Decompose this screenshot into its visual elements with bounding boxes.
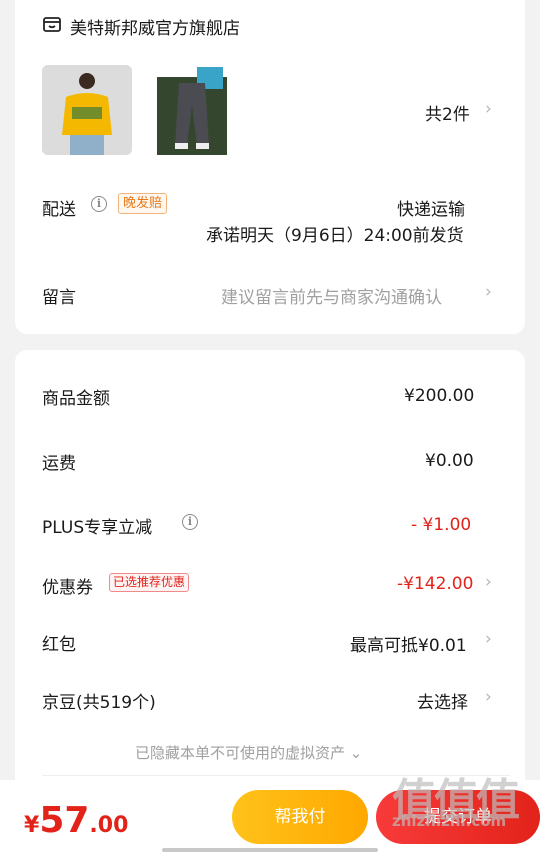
store-name[interactable]: 美特斯邦威官方旗舰店 [70, 14, 240, 39]
store-icon [43, 17, 61, 32]
hidden-assets-toggle[interactable]: 已隐藏本单不可使用的虚拟资产 ⌄ [135, 742, 362, 763]
message-chevron-icon[interactable]: › [485, 282, 492, 302]
watermark-url: zhizhizhi.com [392, 812, 507, 830]
plus-discount-label: PLUS专享立减 [42, 518, 153, 538]
coupon-recommended-tag: 已选推荐优惠 [109, 573, 190, 592]
late-compensation-tag: 晚发赔 [118, 193, 168, 214]
chevron-down-icon: ⌄ [349, 744, 363, 762]
product-image-jeans[interactable] [157, 65, 227, 155]
goods-amount-value: ¥200.00 [404, 386, 475, 406]
delivery-promise: 承诺明天（9月6日）24:00前发货 [206, 226, 464, 246]
price-currency: ¥ [24, 813, 40, 838]
hidden-assets-text: 已隐藏本单不可使用的虚拟资产 [135, 744, 346, 762]
delivery-label: 配送 [42, 200, 76, 220]
total-price: ¥57.00 [24, 800, 128, 841]
shipping-value: ¥0.00 [425, 451, 474, 471]
goods-amount-label: 商品金额 [42, 389, 110, 409]
delivery-method: 快递运输 [397, 200, 465, 220]
items-chevron-icon[interactable]: › [485, 99, 492, 119]
coupon-label: 优惠券 [42, 578, 93, 598]
jingdou-chevron-icon[interactable]: › [485, 687, 492, 707]
red-packet-chevron-icon[interactable]: › [485, 629, 492, 649]
price-decimal: .00 [89, 813, 129, 838]
price-integer: 57 [39, 800, 90, 841]
shipping-label: 运费 [42, 454, 76, 474]
jingdou-label: 京豆(共519个) [42, 693, 156, 713]
items-count[interactable]: 共2件 [425, 100, 470, 125]
message-input[interactable]: 建议留言前先与商家沟通确认 [221, 283, 442, 308]
price-summary-card [15, 350, 525, 790]
product-image-sweatshirt[interactable] [42, 65, 132, 155]
plus-info-icon[interactable]: i [182, 514, 198, 530]
red-packet-value[interactable]: 最高可抵¥0.01 [350, 631, 467, 656]
red-packet-label: 红包 [42, 635, 76, 655]
help-pay-button[interactable]: 帮我付 [232, 790, 368, 844]
jingdou-select[interactable]: 去选择 [417, 688, 468, 713]
home-indicator [162, 848, 378, 852]
delivery-info-icon[interactable]: i [91, 196, 107, 212]
plus-discount-value: - ¥1.00 [411, 515, 472, 535]
coupon-value[interactable]: -¥142.00 [397, 574, 473, 594]
message-label: 留言 [42, 288, 76, 308]
coupon-chevron-icon[interactable]: › [485, 572, 492, 592]
